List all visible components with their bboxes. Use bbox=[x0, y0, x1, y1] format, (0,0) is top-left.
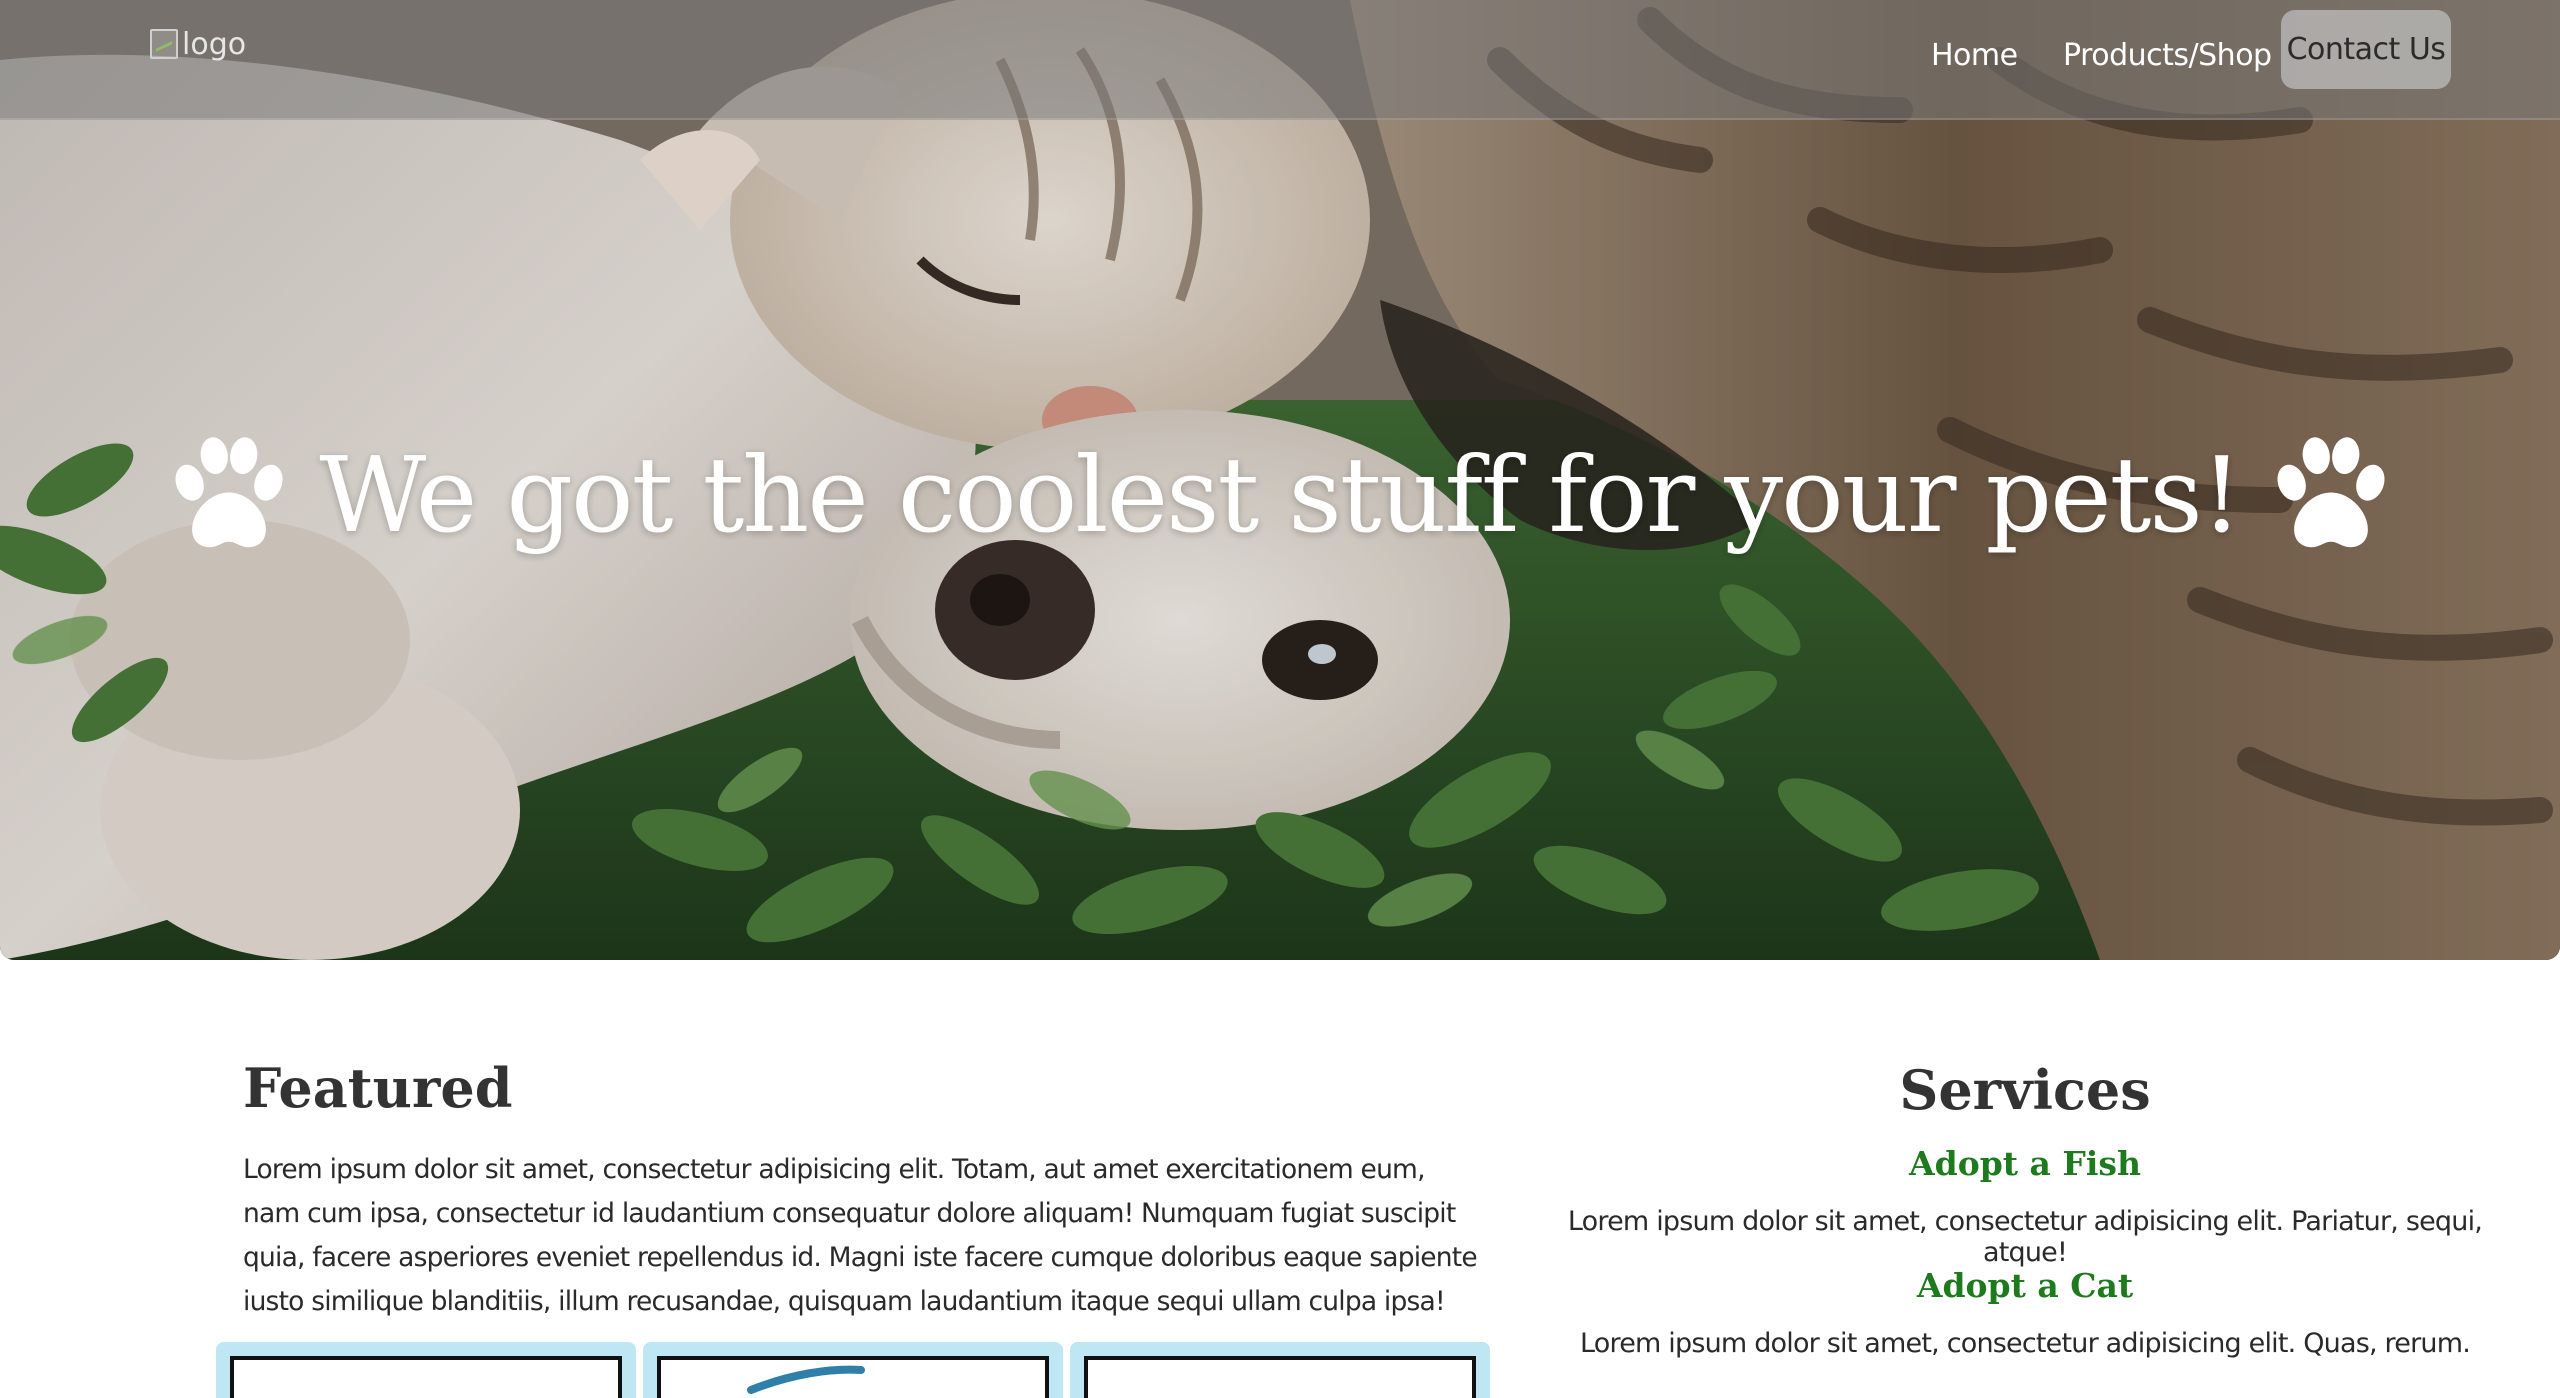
service-heading-fish: Adopt a Fish bbox=[1909, 1144, 2141, 1183]
service-text-cat: Lorem ipsum dolor sit amet, consectetur … bbox=[1580, 1328, 2471, 1359]
hero-banner: logo Home Products/Shop Contact Us We go… bbox=[0, 0, 2560, 960]
nav-link-products-shop[interactable]: Products/Shop bbox=[2063, 38, 2272, 73]
nav-link-home[interactable]: Home bbox=[1931, 38, 2018, 73]
site-logo[interactable]: logo bbox=[150, 22, 246, 66]
services-title: Services bbox=[1899, 1058, 2151, 1122]
featured-title: Featured bbox=[243, 1056, 513, 1120]
broken-image-icon bbox=[150, 29, 178, 59]
featured-card-image bbox=[657, 1356, 1049, 1398]
featured-card-image bbox=[1084, 1356, 1476, 1398]
navbar: logo Home Products/Shop Contact Us bbox=[0, 0, 2560, 120]
paw-icon bbox=[2277, 437, 2385, 548]
service-text-fish: Lorem ipsum dolor sit amet, consectetur … bbox=[1567, 1206, 2483, 1268]
contact-us-button[interactable]: Contact Us bbox=[2281, 10, 2451, 89]
logo-alt-text: logo bbox=[182, 26, 247, 62]
service-heading-cat: Adopt a Cat bbox=[1916, 1266, 2134, 1305]
featured-card-image bbox=[230, 1356, 622, 1398]
paw-icon bbox=[175, 437, 283, 548]
featured-card[interactable] bbox=[643, 1342, 1063, 1398]
featured-card[interactable] bbox=[1070, 1342, 1490, 1398]
hero-headline: We got the coolest stuff for your pets! bbox=[0, 420, 2560, 570]
featured-card[interactable] bbox=[216, 1342, 636, 1398]
featured-description: Lorem ipsum dolor sit amet, consectetur … bbox=[243, 1154, 1478, 1317]
card-image-sketch bbox=[747, 1365, 865, 1394]
hero-headline-text: We got the coolest stuff for your pets! bbox=[319, 434, 2242, 556]
